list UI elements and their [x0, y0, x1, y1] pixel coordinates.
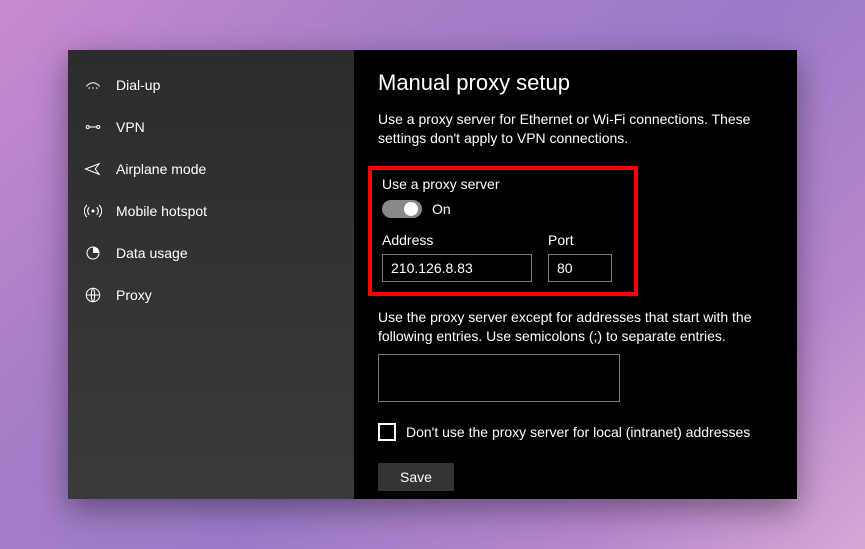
sidebar-item-dialup[interactable]: Dial-up	[68, 64, 354, 106]
local-bypass-label: Don't use the proxy server for local (in…	[406, 424, 750, 440]
local-bypass-checkbox[interactable]	[378, 423, 396, 441]
page-title: Manual proxy setup	[378, 70, 771, 96]
save-button[interactable]: Save	[378, 463, 454, 491]
sidebar-item-label: Mobile hotspot	[116, 203, 207, 219]
port-label: Port	[548, 232, 612, 248]
toggle-state-label: On	[432, 201, 451, 217]
settings-window: Dial-up VPN Airplane mode Mobile hotspot	[68, 50, 797, 499]
sidebar-item-proxy[interactable]: Proxy	[68, 274, 354, 316]
sidebar-item-label: VPN	[116, 119, 145, 135]
use-proxy-label: Use a proxy server	[382, 176, 624, 192]
hotspot-icon	[84, 202, 102, 220]
sidebar-item-hotspot[interactable]: Mobile hotspot	[68, 190, 354, 232]
port-input[interactable]	[548, 254, 612, 282]
sidebar-item-label: Airplane mode	[116, 161, 206, 177]
local-bypass-row: Don't use the proxy server for local (in…	[378, 423, 771, 441]
content-panel: Manual proxy setup Use a proxy server fo…	[354, 50, 797, 499]
sidebar: Dial-up VPN Airplane mode Mobile hotspot	[68, 50, 354, 499]
airplane-icon	[84, 160, 102, 178]
vpn-icon	[84, 118, 102, 136]
highlight-box: Use a proxy server On Address Port	[368, 166, 638, 296]
sidebar-item-datausage[interactable]: Data usage	[68, 232, 354, 274]
dialup-icon	[84, 76, 102, 94]
page-description: Use a proxy server for Ethernet or Wi-Fi…	[378, 110, 771, 148]
address-input[interactable]	[382, 254, 532, 282]
sidebar-item-label: Proxy	[116, 287, 152, 303]
use-proxy-toggle[interactable]	[382, 200, 422, 218]
exceptions-label: Use the proxy server except for addresse…	[378, 308, 771, 346]
sidebar-item-airplane[interactable]: Airplane mode	[68, 148, 354, 190]
proxy-icon	[84, 286, 102, 304]
sidebar-item-label: Dial-up	[116, 77, 160, 93]
exceptions-input[interactable]	[378, 354, 620, 402]
address-label: Address	[382, 232, 532, 248]
sidebar-item-vpn[interactable]: VPN	[68, 106, 354, 148]
sidebar-item-label: Data usage	[116, 245, 188, 261]
toggle-row: On	[382, 200, 624, 218]
data-usage-icon	[84, 244, 102, 262]
